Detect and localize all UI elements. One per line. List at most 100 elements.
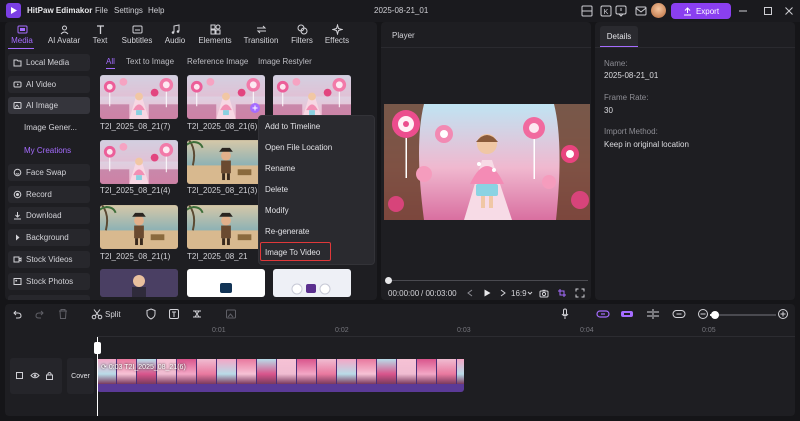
- mail-icon[interactable]: [633, 3, 649, 19]
- menu-item-open-file-location[interactable]: Open File Location: [265, 143, 332, 152]
- text-box-icon[interactable]: [168, 308, 180, 320]
- video-preview[interactable]: [384, 104, 590, 220]
- sidebar-item-image-generator[interactable]: Image Gener...: [8, 119, 90, 136]
- subtab-text-to-image[interactable]: Text to Image: [126, 57, 174, 66]
- sidebar-item-face-swap[interactable]: Face Swap: [8, 164, 90, 181]
- zoom-out-icon[interactable]: [697, 308, 709, 320]
- sidebar-item-stock-videos[interactable]: Stock Videos: [8, 251, 90, 268]
- add-to-timeline-icon[interactable]: [250, 103, 260, 113]
- cover-button[interactable]: Cover: [67, 358, 94, 394]
- media-thumbnail[interactable]: [187, 205, 265, 249]
- split-button[interactable]: Split: [105, 310, 121, 319]
- menu-item-rename[interactable]: Rename: [265, 164, 295, 173]
- playback-scrubber[interactable]: [385, 277, 392, 284]
- shield-icon[interactable]: [145, 308, 157, 320]
- total-time: / 00:03:00: [421, 289, 457, 298]
- subtitles-icon: [132, 25, 142, 34]
- divider: [381, 47, 591, 48]
- clip-name: T2I_2025_08_21(6): [124, 364, 186, 371]
- subtab-all[interactable]: All: [106, 57, 115, 66]
- tab-details[interactable]: Details: [600, 26, 638, 47]
- zoom-slider[interactable]: [710, 314, 776, 316]
- chevron-down-icon[interactable]: [526, 289, 534, 297]
- aspect-ratio-select[interactable]: 16:9: [511, 289, 527, 298]
- media-thumbnail[interactable]: [100, 205, 178, 249]
- menu-item-add-to-timeline[interactable]: Add to Timeline: [265, 122, 320, 131]
- feedback-icon[interactable]: [613, 3, 629, 19]
- menu-help[interactable]: Help: [148, 6, 164, 15]
- camera-icon[interactable]: [539, 288, 549, 298]
- magnet-icon[interactable]: [620, 308, 634, 320]
- sidebar-item-background[interactable]: Background: [8, 229, 90, 246]
- scissors-icon[interactable]: [91, 308, 103, 320]
- media-thumbnail[interactable]: [273, 269, 351, 297]
- minimize-icon[interactable]: [735, 3, 751, 19]
- sidebar-item-download[interactable]: Download: [8, 207, 90, 224]
- tab-media[interactable]: Media: [8, 24, 36, 48]
- tab-effects[interactable]: Effects: [323, 24, 351, 48]
- eye-icon[interactable]: [30, 371, 40, 380]
- sidebar-item-ai-video[interactable]: AI Video: [8, 76, 90, 93]
- delete-icon[interactable]: [57, 308, 69, 320]
- media-thumbnail[interactable]: [187, 140, 265, 184]
- export-label: Export: [695, 6, 720, 16]
- user-avatar[interactable]: [651, 3, 666, 18]
- sidebar-item-stock-photos[interactable]: Stock Photos: [8, 273, 90, 290]
- export-button[interactable]: Export: [671, 3, 731, 19]
- playhead-handle[interactable]: [94, 342, 101, 354]
- split-track-icon[interactable]: [646, 308, 660, 320]
- zoom-slider-handle[interactable]: [711, 311, 719, 319]
- close-icon[interactable]: [781, 3, 797, 19]
- subtab-reference-image[interactable]: Reference Image: [187, 57, 248, 66]
- tab-filters[interactable]: Filters: [289, 24, 315, 48]
- image-icon[interactable]: [225, 308, 237, 320]
- media-thumbnail[interactable]: [273, 75, 351, 119]
- keyboard-icon[interactable]: K: [598, 3, 614, 19]
- elements-icon: [210, 24, 220, 35]
- track-layers-icon[interactable]: [15, 371, 24, 380]
- redo-icon[interactable]: [34, 308, 46, 320]
- timeline-ruler[interactable]: [97, 336, 795, 337]
- fullscreen-icon[interactable]: [575, 288, 585, 298]
- tab-text[interactable]: Text: [89, 24, 111, 48]
- tab-ai-avatar[interactable]: AI Avatar: [43, 24, 85, 48]
- menu-item-delete[interactable]: Delete: [265, 185, 288, 194]
- media-thumbnail[interactable]: [100, 269, 178, 297]
- auto-cut-icon[interactable]: [191, 308, 203, 320]
- menu-file[interactable]: File: [95, 6, 108, 15]
- media-thumbnail[interactable]: [187, 269, 265, 297]
- tab-subtitles[interactable]: Subtitles: [118, 24, 156, 48]
- previous-frame-icon[interactable]: [465, 288, 475, 298]
- menu-item-modify[interactable]: Modify: [265, 206, 289, 215]
- playback-progress-track[interactable]: [388, 280, 588, 281]
- sidebar-item-ai-image[interactable]: AI Image: [8, 97, 90, 114]
- next-frame-icon[interactable]: [498, 288, 508, 298]
- menu-settings[interactable]: Settings: [114, 6, 143, 15]
- undo-icon[interactable]: [11, 308, 23, 320]
- sidebar-item-local-media[interactable]: Local Media: [8, 54, 90, 71]
- link-icon[interactable]: [596, 308, 610, 320]
- microphone-icon[interactable]: [559, 308, 571, 320]
- ruler-tick-label: 0:04: [580, 327, 594, 334]
- menu-item-regenerate[interactable]: Re-generate: [265, 227, 309, 236]
- sidebar-label: Local Media: [26, 58, 70, 67]
- maximize-icon[interactable]: [760, 3, 776, 19]
- divider: [595, 47, 795, 48]
- face-swap-icon: [13, 168, 22, 177]
- sidebar-item-record[interactable]: Record: [8, 186, 90, 203]
- thumbnail-label: T2I_2025_08_21: [187, 252, 248, 261]
- layout-icon[interactable]: [579, 3, 595, 19]
- subtab-image-restyler[interactable]: Image Restyler: [258, 57, 312, 66]
- lock-icon[interactable]: [45, 371, 54, 380]
- effects-icon: [331, 24, 343, 35]
- tab-transition[interactable]: Transition: [242, 24, 280, 48]
- crop-icon[interactable]: [557, 288, 567, 298]
- tab-audio[interactable]: Audio: [162, 24, 188, 48]
- media-thumbnail[interactable]: [100, 140, 178, 184]
- zoom-in-icon[interactable]: [777, 308, 789, 320]
- fit-icon[interactable]: [672, 308, 686, 320]
- play-icon[interactable]: [482, 288, 492, 298]
- tab-elements[interactable]: Elements: [196, 24, 234, 48]
- sidebar-item-my-creations[interactable]: My Creations: [8, 142, 90, 159]
- media-thumbnail[interactable]: [100, 75, 178, 119]
